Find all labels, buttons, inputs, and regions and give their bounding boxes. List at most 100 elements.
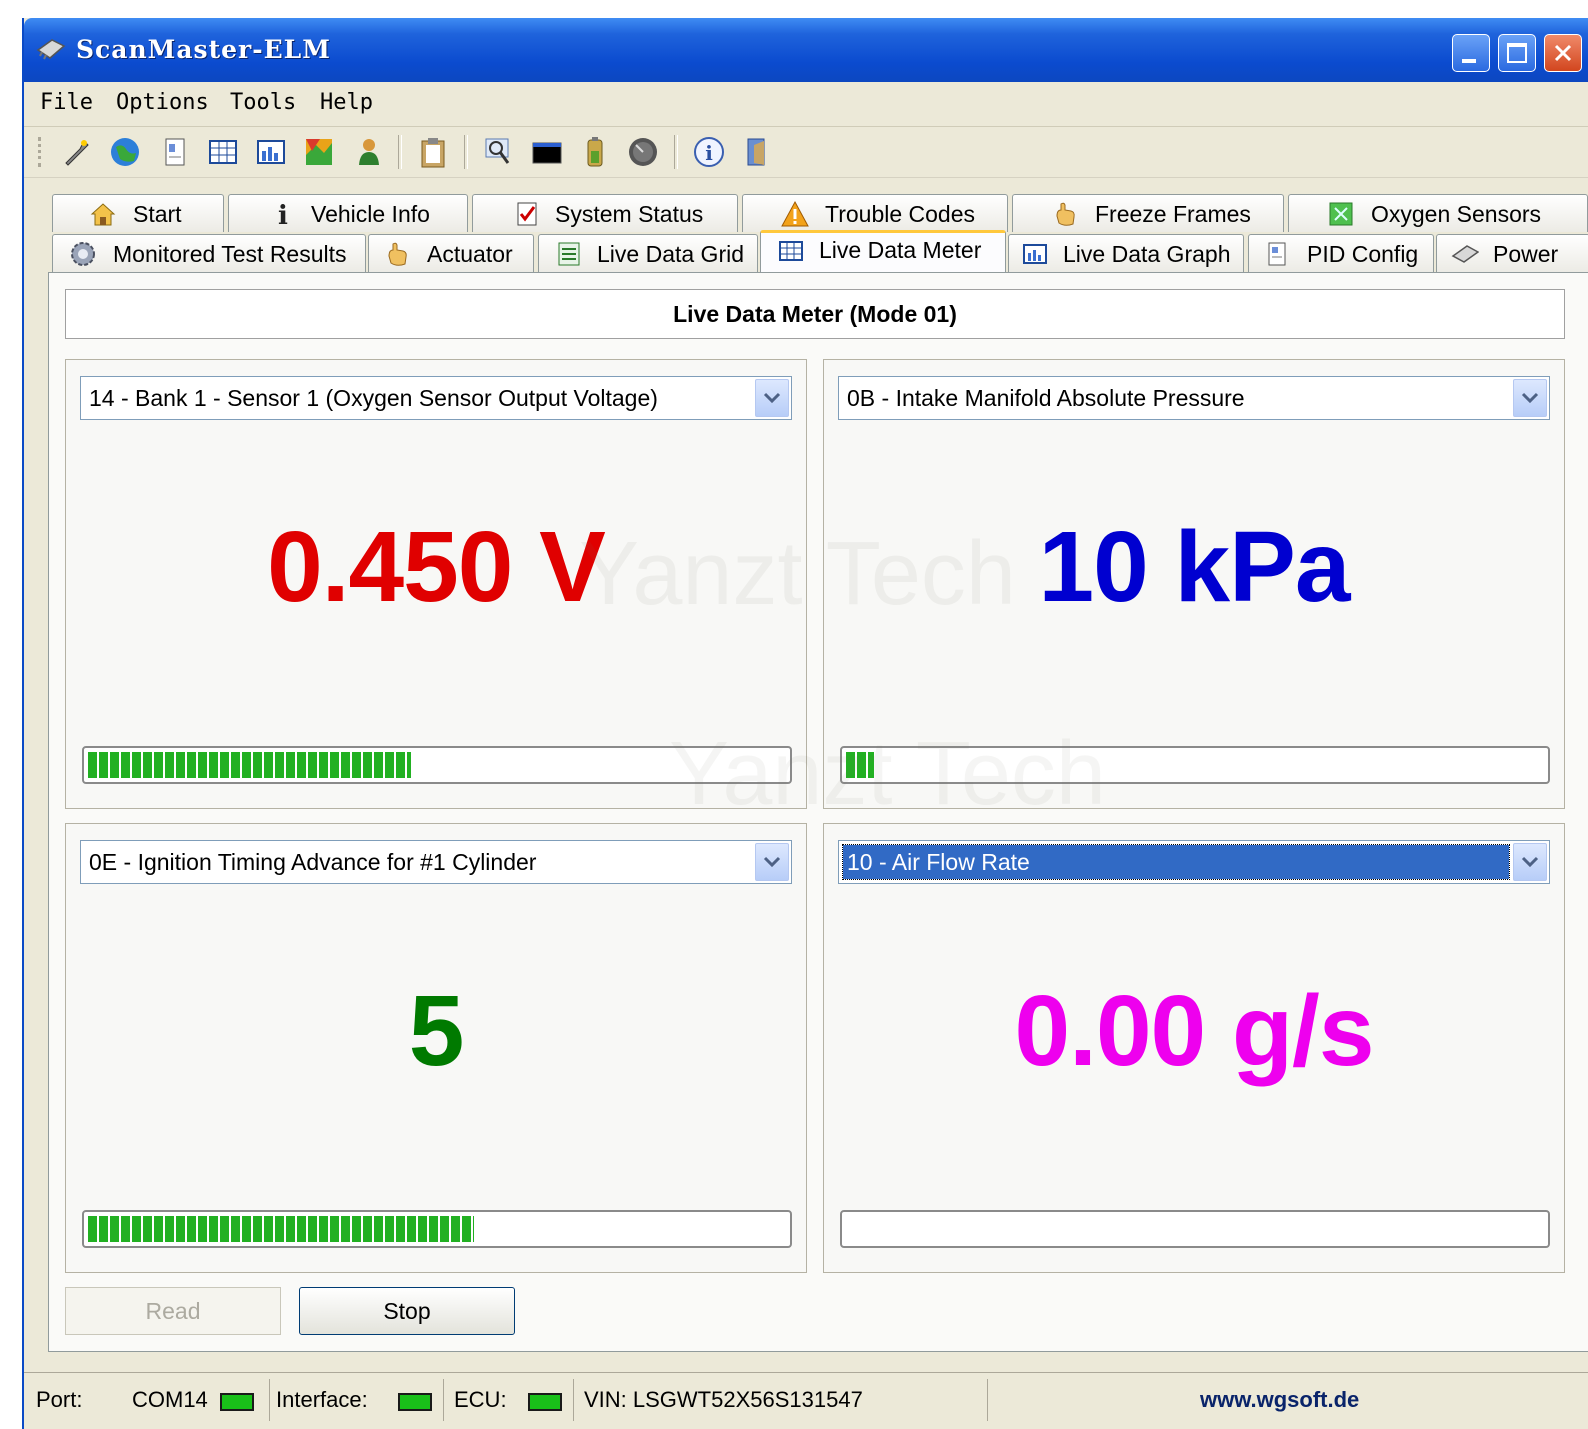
interface-led [398, 1393, 432, 1411]
panel-heading: Live Data Meter (Mode 01) [65, 289, 1565, 339]
toolbar-grip [38, 137, 44, 167]
tab-actuator-label: Actuator [427, 241, 513, 267]
grid-icon[interactable] [206, 135, 240, 169]
map-icon[interactable] [302, 135, 336, 169]
close-button[interactable] [1544, 34, 1582, 72]
maximize-button[interactable] [1498, 34, 1536, 72]
port-led [220, 1393, 254, 1411]
pid-select-3-value: 0E - Ignition Timing Advance for #1 Cyli… [89, 849, 537, 875]
status-ecu: ECU: [446, 1379, 574, 1421]
chevron-down-icon [1521, 392, 1539, 404]
live-data-meter-panel: Live Data Meter (Mode 01) 14 - Bank 1 - … [48, 272, 1588, 1352]
toolbar-separator [398, 135, 402, 169]
pid-select-1-dropdown[interactable] [755, 379, 789, 417]
vin-value: VIN: LSGWT52X56S131547 [584, 1387, 863, 1412]
gauge-icon[interactable] [626, 135, 660, 169]
info-icon: i [278, 201, 288, 228]
terminal-icon[interactable] [530, 135, 564, 169]
tab-start-label: Start [133, 201, 182, 227]
tab-live-data-grid-label: Live Data Grid [597, 241, 745, 267]
chart-icon[interactable] [254, 135, 288, 169]
stop-button[interactable]: Stop [299, 1287, 515, 1335]
document-icon[interactable] [158, 135, 192, 169]
pid-select-3-dropdown[interactable] [755, 843, 789, 881]
pid-select-2-dropdown[interactable] [1513, 379, 1547, 417]
port-value: COM14 [132, 1387, 208, 1412]
tab-system-status[interactable]: System Status [472, 194, 738, 232]
globe-icon[interactable] [108, 135, 142, 169]
port-label: Port: [36, 1387, 83, 1412]
minimize-icon [1462, 59, 1476, 63]
list-icon [558, 242, 580, 266]
meter-4-bar [840, 1210, 1550, 1248]
pid-select-3[interactable]: 0E - Ignition Timing Advance for #1 Cyli… [80, 840, 792, 884]
chip-icon [1451, 245, 1479, 263]
person-icon[interactable] [352, 135, 386, 169]
chevron-down-icon [763, 856, 781, 868]
meter-1-bar [82, 746, 792, 784]
menu-help[interactable]: Help [320, 90, 373, 115]
pid-select-4-dropdown[interactable] [1513, 843, 1547, 881]
tab-live-data-grid[interactable]: Live Data Grid [538, 234, 758, 272]
menu-bar: File Options Tools Help [24, 82, 1588, 127]
tab-oxygen-sensors[interactable]: Oxygen Sensors [1288, 194, 1588, 232]
sensor-icon [1329, 202, 1353, 226]
tab-trouble-codes[interactable]: Trouble Codes [742, 194, 1008, 232]
title-bar[interactable]: ScanMaster-ELM [24, 18, 1588, 82]
pid-select-2[interactable]: 0B - Intake Manifold Absolute Pressure [838, 376, 1550, 420]
info-icon[interactable]: i [692, 135, 726, 169]
meter-3: 0E - Ignition Timing Advance for #1 Cyli… [65, 823, 807, 1273]
ecu-label: ECU: [454, 1387, 507, 1412]
app-window: ScanMaster-ELM File Options Tools Help i… [22, 18, 1588, 1429]
meter-4: 10 - Air Flow Rate 0.00 g/s [823, 823, 1565, 1273]
toolbar: i [24, 127, 1588, 178]
tab-live-data-meter[interactable]: Live Data Meter [760, 230, 1006, 272]
status-vin: VIN: LSGWT52X56S131547 [576, 1379, 988, 1421]
read-button[interactable]: Read [65, 1287, 281, 1335]
pid-select-4[interactable]: 10 - Air Flow Rate [838, 840, 1550, 884]
toolbar-separator [464, 135, 468, 169]
exit-icon[interactable] [740, 135, 774, 169]
tab-power[interactable]: Power [1436, 234, 1588, 272]
menu-file[interactable]: File [40, 90, 93, 115]
window-title: ScanMaster-ELM [76, 35, 331, 64]
clipboard-icon[interactable] [416, 135, 450, 169]
tab-oxygen-sensors-label: Oxygen Sensors [1371, 201, 1542, 227]
status-interface: Interface: [272, 1379, 444, 1421]
gear-icon [71, 242, 95, 266]
config-icon [1268, 242, 1286, 266]
website-link[interactable]: www.wgsoft.de [1200, 1387, 1359, 1413]
minimize-button[interactable] [1452, 34, 1490, 72]
status-bar: Port: COM14 Interface: ECU: VIN: LSGWT52… [24, 1372, 1588, 1429]
tab-power-label: Power [1493, 241, 1559, 267]
hand-icon [1056, 202, 1075, 226]
wrench-icon[interactable] [60, 135, 94, 169]
magnifier-icon[interactable] [482, 135, 516, 169]
pid-select-1[interactable]: 14 - Bank 1 - Sensor 1 (Oxygen Sensor Ou… [80, 376, 792, 420]
menu-tools[interactable]: Tools [230, 90, 296, 115]
tab-actuator[interactable]: Actuator [368, 234, 534, 272]
house-icon [90, 203, 116, 226]
tab-pid-config[interactable]: PID Config [1248, 234, 1434, 272]
hand-icon [388, 242, 407, 266]
meter-1-bar-fill [88, 752, 411, 778]
svg-text:i: i [278, 201, 288, 228]
tab-start[interactable]: Start [52, 194, 224, 232]
tab-monitored-test-results[interactable]: Monitored Test Results [52, 234, 366, 272]
tab-live-data-meter-label: Live Data Meter [819, 237, 982, 263]
tab-trouble-codes-label: Trouble Codes [825, 201, 976, 227]
battery-icon[interactable] [578, 135, 612, 169]
meter-icon [779, 241, 803, 261]
meter-2-bar [840, 746, 1550, 784]
tab-pid-config-label: PID Config [1307, 241, 1419, 267]
ecu-led [528, 1393, 562, 1411]
maximize-icon [1507, 43, 1527, 63]
tab-vehicle-info[interactable]: i Vehicle Info [228, 194, 468, 232]
status-site: www.wgsoft.de [990, 1379, 1588, 1421]
pid-select-2-value: 0B - Intake Manifold Absolute Pressure [847, 385, 1245, 411]
chevron-down-icon [763, 392, 781, 404]
menu-options[interactable]: Options [116, 90, 209, 115]
tab-freeze-frames[interactable]: Freeze Frames [1012, 194, 1284, 232]
tab-live-data-graph[interactable]: Live Data Graph [1008, 234, 1244, 272]
meter-2: 0B - Intake Manifold Absolute Pressure 1… [823, 359, 1565, 809]
